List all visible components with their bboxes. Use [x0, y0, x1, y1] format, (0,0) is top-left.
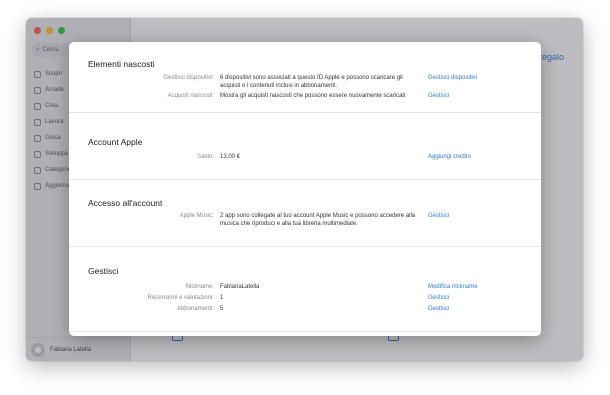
row-label: Acquisti nascosti: [167, 93, 214, 99]
manage-subscriptions-link[interactable]: Gestisci [428, 306, 449, 312]
row-value: 2 app sono collegate al tuo account Appl… [220, 213, 416, 227]
manage-devices-link[interactable]: Gestisci dispositivi [428, 75, 477, 81]
row-value: 6 dispositivi sono associati a questo ID… [220, 75, 403, 89]
reviews-count: 1 [220, 295, 224, 301]
section-title: Elementi nascosti [88, 59, 155, 69]
section-title: Gestisci [88, 266, 119, 276]
edit-nickname-link[interactable]: Modifica nickname [428, 284, 478, 290]
row-label: Gestisci dispositivi: [163, 75, 214, 81]
section-title: Accesso all'account [88, 198, 163, 208]
row-label: Nickname: [185, 284, 214, 290]
manage-reviews-link[interactable]: Gestisci [428, 295, 449, 301]
account-info-sheet: Elementi nascosti Gestisci dispositivi: … [69, 42, 541, 336]
balance-value: 13,00 € [220, 154, 241, 160]
nickname-value: FabianaLatella [220, 284, 260, 290]
section-title: Account Apple [88, 137, 143, 147]
section-manage: Gestisci Nickname: FabianaLatella Modifi… [69, 247, 541, 332]
section-apple-account: Account Apple Saldo: 13,00 € Aggiungi cr… [69, 113, 541, 180]
row-label: Apple Music: [179, 213, 214, 219]
row-label: Recensioni e valutazioni: [147, 295, 214, 301]
manage-hidden-purchases-link[interactable]: Gestisci [428, 93, 449, 99]
row-value: Mostra gli acquisti nascosti che possono… [220, 93, 406, 99]
add-credit-link[interactable]: Aggiungi credito [428, 154, 471, 160]
section-account-access: Accesso all'account Apple Music: 2 app s… [69, 180, 541, 247]
manage-apple-music-link[interactable]: Gestisci [428, 213, 449, 219]
row-label: Abbonamenti: [176, 306, 214, 312]
section-hidden-items: Elementi nascosti Gestisci dispositivi: … [69, 42, 541, 113]
subscriptions-count: 5 [220, 306, 224, 312]
row-label: Saldo: [196, 154, 214, 160]
